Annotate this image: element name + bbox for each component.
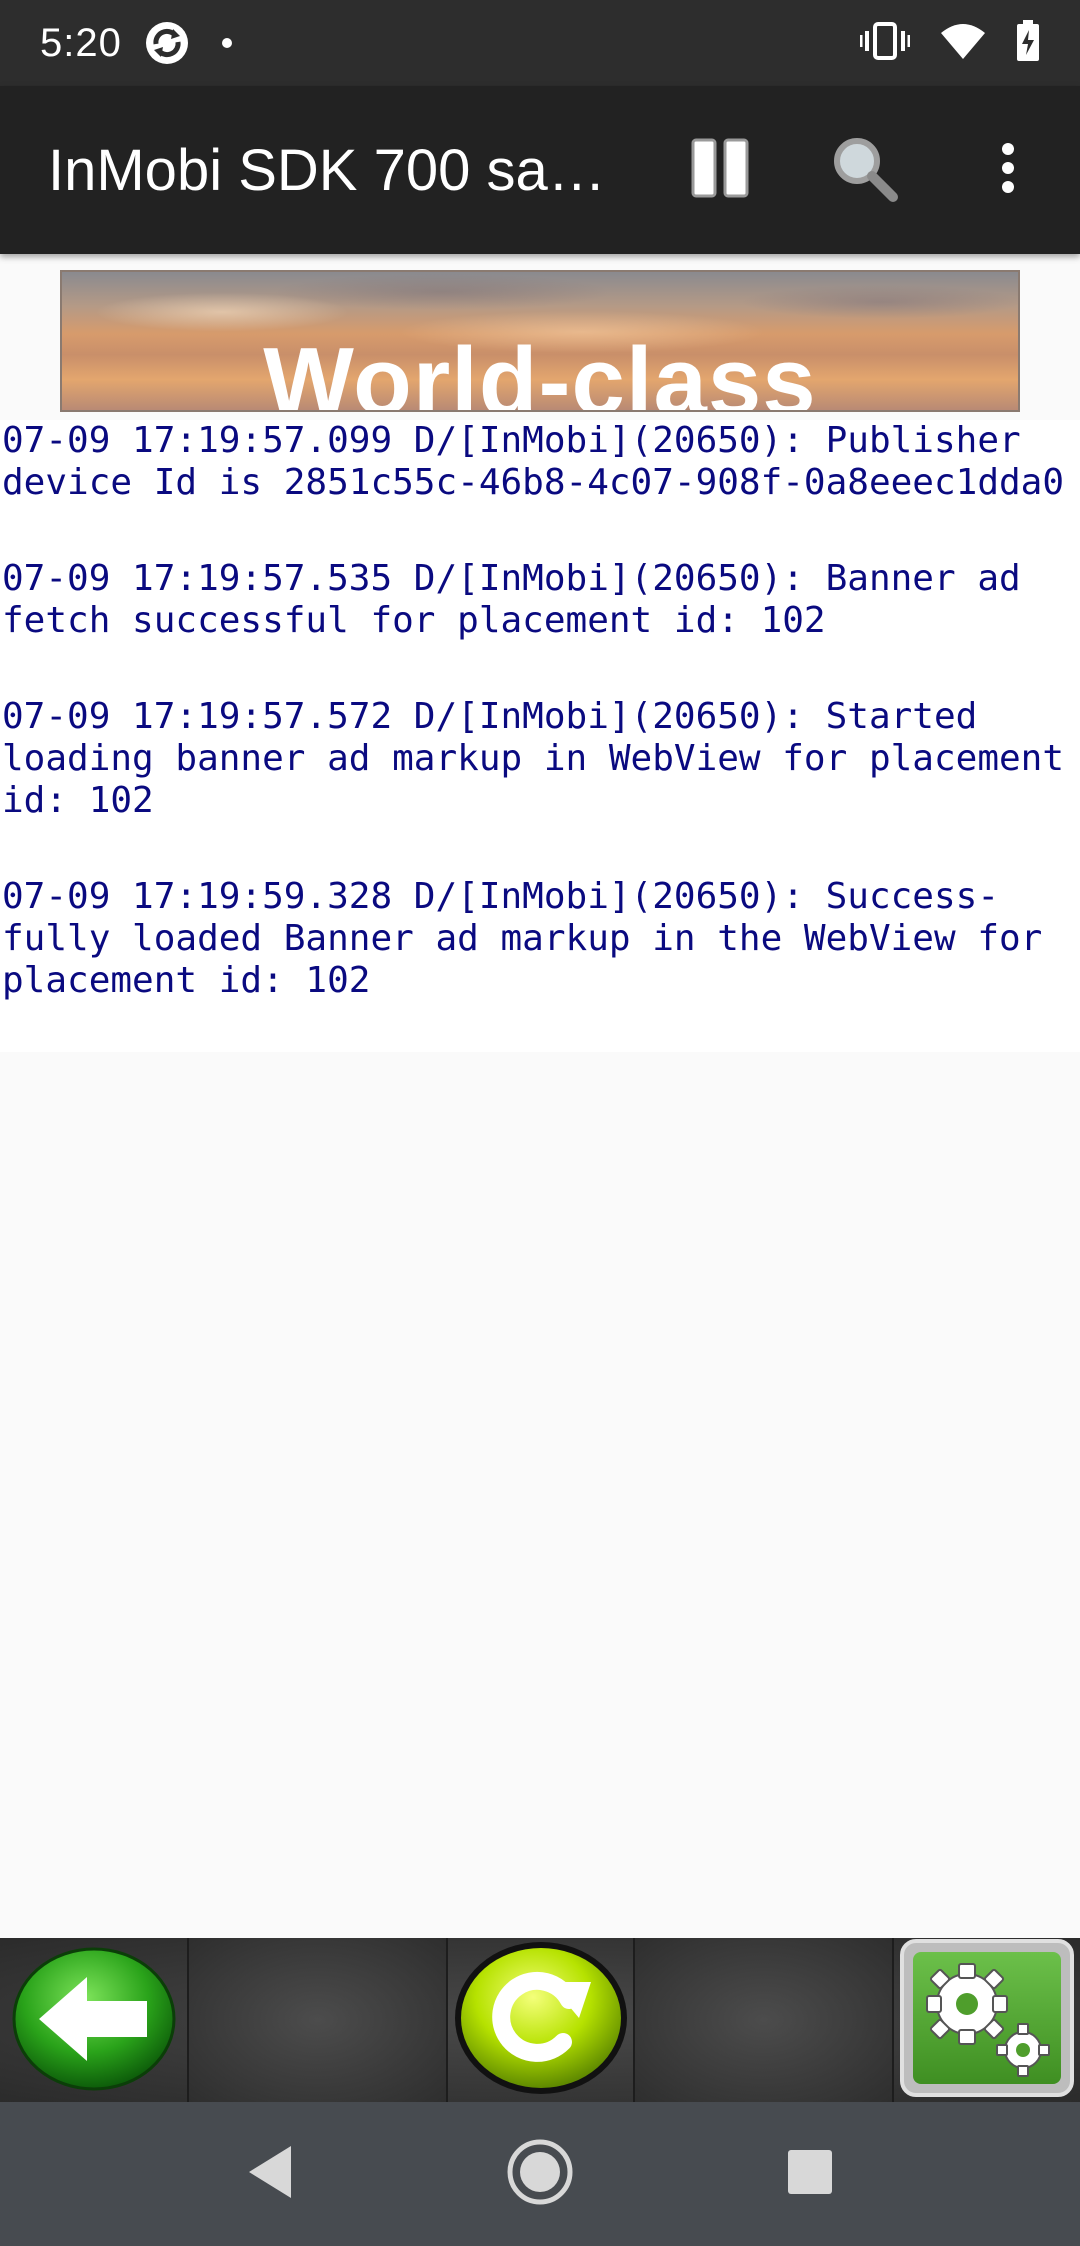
refresh-icon bbox=[451, 1938, 631, 2103]
wifi-icon bbox=[940, 22, 986, 65]
toolbar-spacer bbox=[633, 1938, 892, 2102]
battery-icon bbox=[1016, 19, 1040, 67]
nav-back-button[interactable] bbox=[225, 2129, 315, 2219]
log-entry: 07-09 17:19:57.572 D/[InMobi](20650): St… bbox=[2, 696, 1065, 821]
search-button[interactable] bbox=[792, 98, 936, 242]
search-icon bbox=[829, 133, 899, 208]
pause-button[interactable] bbox=[648, 98, 792, 242]
notification-dot-icon bbox=[221, 38, 232, 48]
log-output: 07-09 17:19:57.099 D/[InMobi](20650): Pu… bbox=[0, 420, 1080, 1052]
banner-text: World-class bbox=[263, 328, 817, 412]
back-button[interactable] bbox=[0, 1938, 187, 2102]
log-entry: 07-09 17:19:57.535 D/[InMobi](20650): Ba… bbox=[2, 558, 1043, 641]
more-options-button[interactable] bbox=[936, 98, 1080, 242]
log-entry: 07-09 17:19:57.099 D/[InMobi](20650): Pu… bbox=[2, 420, 1065, 503]
log-entry: 07-09 17:19:59.328 D/[InMobi](20650): Su… bbox=[2, 876, 1065, 1001]
back-arrow-icon bbox=[9, 1943, 179, 2098]
nav-recents-button[interactable] bbox=[765, 2129, 855, 2219]
vibrate-icon bbox=[859, 21, 911, 66]
refresh-button[interactable] bbox=[446, 1938, 633, 2102]
home-icon bbox=[505, 2137, 575, 2212]
settings-gears-icon bbox=[899, 1938, 1075, 2103]
app-bar-actions bbox=[648, 98, 1080, 242]
recents-icon bbox=[786, 2148, 834, 2201]
toolbar-spacer bbox=[187, 1938, 446, 2102]
nav-home-button[interactable] bbox=[495, 2129, 585, 2219]
back-icon bbox=[245, 2144, 295, 2205]
bottom-toolbar bbox=[0, 1938, 1080, 2102]
system-nav-bar bbox=[0, 2102, 1080, 2246]
status-time: 5:20 bbox=[40, 20, 122, 65]
more-vert-icon bbox=[1000, 142, 1016, 199]
app-title: InMobi SDK 700 sa… bbox=[48, 137, 606, 203]
settings-button[interactable] bbox=[892, 1938, 1079, 2102]
status-bar: 5:20 bbox=[0, 0, 1080, 86]
banner-ad[interactable]: World-class bbox=[60, 270, 1020, 412]
app-bar: InMobi SDK 700 sa… bbox=[0, 86, 1080, 254]
sync-notification-icon bbox=[144, 20, 190, 66]
pause-icon bbox=[691, 138, 749, 203]
